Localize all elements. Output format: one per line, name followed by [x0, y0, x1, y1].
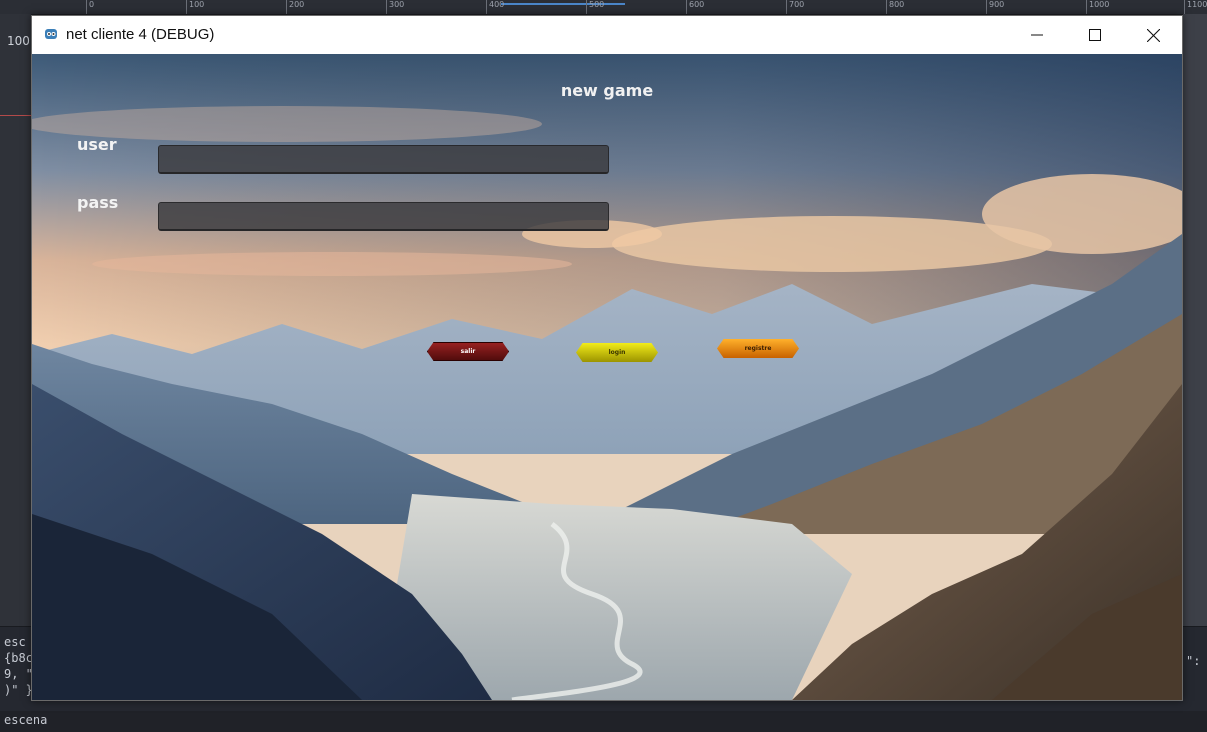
- minimize-icon: [1031, 34, 1043, 36]
- register-button[interactable]: registre: [717, 339, 799, 358]
- maximize-button[interactable]: [1066, 16, 1124, 54]
- user-input[interactable]: [158, 145, 609, 174]
- left-ruler: 100: [0, 14, 31, 626]
- ruler-highlight: [501, 3, 625, 5]
- ruler-tick: 500: [586, 0, 604, 14]
- window-titlebar[interactable]: net cliente 4 (DEBUG): [32, 16, 1182, 54]
- ruler-tick: 1000: [1086, 0, 1109, 14]
- console-line: ":: [1186, 654, 1201, 668]
- exit-button-label: salir: [460, 348, 476, 355]
- close-icon: [1146, 28, 1160, 42]
- console-line: esc: [4, 635, 26, 649]
- page-title: new game: [560, 81, 654, 100]
- ruler-tick: 600: [686, 0, 704, 14]
- pass-input[interactable]: [158, 202, 609, 231]
- ruler-tick: 800: [886, 0, 904, 14]
- close-button[interactable]: [1124, 16, 1182, 54]
- top-ruler: 0 100 200 300 400 500 600 700 800 900 10…: [0, 0, 1207, 15]
- editor-right-panel: [1183, 14, 1207, 626]
- game-window: net cliente 4 (DEBUG) new game user pass…: [31, 15, 1183, 701]
- console-line: )" }: [4, 683, 33, 697]
- ruler-tick: 0: [86, 0, 94, 14]
- left-ruler-label: 100: [7, 34, 30, 48]
- scene-tab-label[interactable]: escena: [4, 713, 47, 727]
- register-button-label: registre: [744, 345, 772, 352]
- exit-button[interactable]: salir: [427, 342, 509, 361]
- minimize-button[interactable]: [1008, 16, 1066, 54]
- ruler-tick: 300: [386, 0, 404, 14]
- godot-app-icon: [45, 29, 57, 39]
- login-button[interactable]: login: [576, 343, 658, 362]
- ruler-tick: 400: [486, 0, 504, 14]
- console-line: 9, ": [4, 667, 33, 681]
- bottom-bar: escena: [0, 711, 1207, 732]
- ruler-tick: 200: [286, 0, 304, 14]
- login-button-label: login: [608, 349, 626, 356]
- ruler-tick: 700: [786, 0, 804, 14]
- ruler-tick: 1100: [1184, 0, 1207, 14]
- ruler-tick: 900: [986, 0, 1004, 14]
- user-label: user: [77, 135, 117, 154]
- console-line: {b8c: [4, 651, 33, 665]
- pass-label: pass: [77, 193, 119, 212]
- window-title: net cliente 4 (DEBUG): [66, 26, 215, 43]
- game-viewport: new game user pass salir login registre: [32, 54, 1182, 700]
- ruler-tick: 100: [186, 0, 204, 14]
- maximize-icon: [1089, 29, 1101, 41]
